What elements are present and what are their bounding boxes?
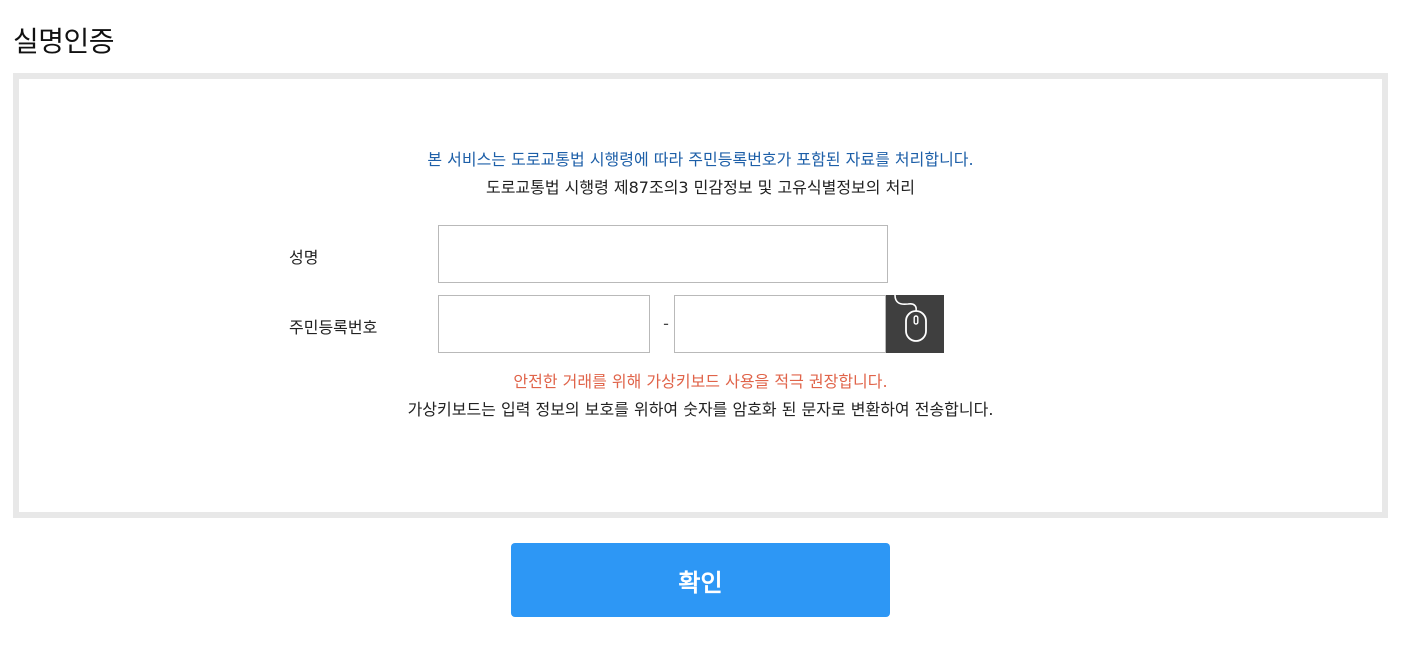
rrn-separator: - bbox=[663, 314, 669, 333]
keypad-warning: 안전한 거래를 위해 가상키보드 사용을 적극 권장합니다. bbox=[513, 372, 888, 391]
name-label: 성명 bbox=[289, 248, 319, 267]
page-title: 실명인증 bbox=[13, 25, 115, 58]
verification-panel: 본 서비스는 도로교통법 시행령에 따라 주민등록번호가 포함된 자료를 처리합… bbox=[13, 73, 1388, 518]
keypad-description: 가상키보드는 입력 정보의 보호를 위하여 숫자를 암호화 된 문자로 변환하여… bbox=[407, 400, 994, 419]
law-notice: 도로교통법 시행령 제87조의3 민감정보 및 고유식별정보의 처리 bbox=[485, 178, 916, 197]
name-input[interactable] bbox=[438, 225, 888, 283]
rrn-back-input[interactable] bbox=[674, 295, 886, 353]
confirm-button[interactable]: 확인 bbox=[511, 543, 890, 617]
mouse-icon bbox=[894, 295, 927, 342]
rrn-front-input[interactable] bbox=[438, 295, 650, 353]
rrn-label: 주민등록번호 bbox=[289, 318, 378, 337]
virtual-keypad-button[interactable] bbox=[886, 295, 944, 353]
service-notice: 본 서비스는 도로교통법 시행령에 따라 주민등록번호가 포함된 자료를 처리합… bbox=[427, 150, 974, 169]
